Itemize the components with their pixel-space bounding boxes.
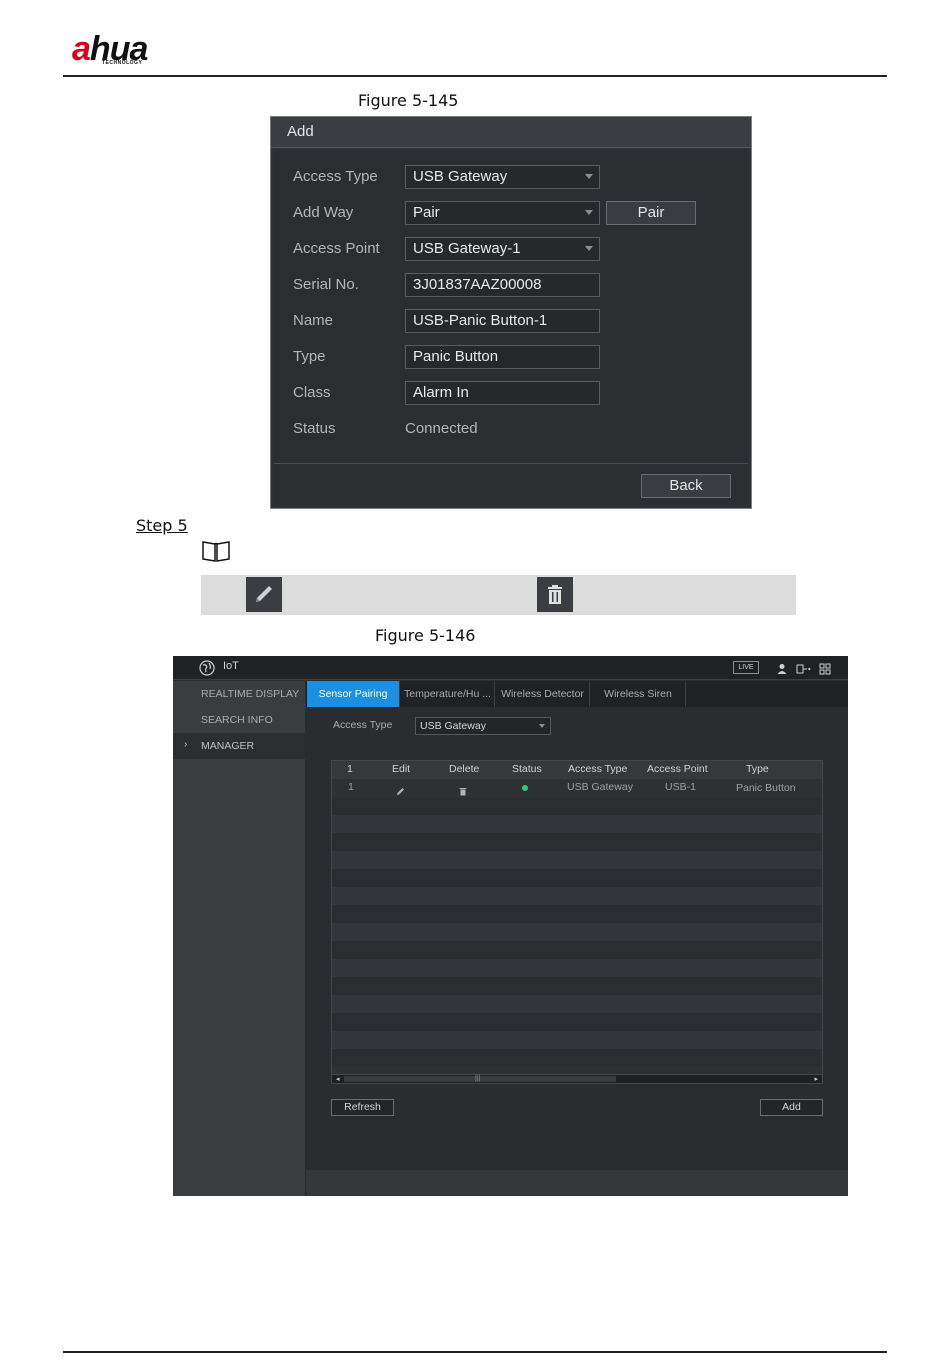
chevron-down-icon — [585, 246, 593, 251]
scroll-grip-icon: ||| — [475, 1075, 481, 1082]
access-type-label: Access Type — [333, 719, 393, 731]
table-row — [332, 1031, 822, 1049]
chevron-down-icon — [585, 174, 593, 179]
globe-icon — [199, 660, 215, 681]
table-row — [332, 923, 822, 941]
iot-title-bar: IoT LIVE — [173, 656, 848, 680]
table-row — [332, 995, 822, 1013]
row-access-point: USB-1 — [665, 781, 696, 793]
class-field[interactable]: Alarm In — [405, 381, 600, 405]
table-row[interactable]: 1 USB Gateway USB-1 Panic Button — [332, 779, 822, 797]
access-type-select[interactable]: USB Gateway — [415, 717, 551, 735]
header-status: Status — [512, 763, 542, 775]
step-label: Step 5 — [136, 516, 188, 535]
header-edit: Edit — [392, 763, 411, 775]
delete-icon — [537, 577, 573, 612]
name-field[interactable]: USB-Panic Button-1 — [405, 309, 600, 333]
iot-window: IoT LIVE REALTIME DISPLAY SEARCH INFO › … — [173, 656, 848, 1196]
add-way-select[interactable]: Pair — [405, 201, 600, 225]
status-value: Connected — [405, 420, 478, 437]
horizontal-scrollbar[interactable]: ◂ ||| ▸ — [331, 1074, 823, 1084]
table-row — [332, 887, 822, 905]
row-index: 1 — [348, 781, 354, 793]
dialog-divider — [274, 463, 748, 464]
header-type: Type — [746, 763, 769, 775]
scroll-right-icon[interactable]: ▸ — [814, 1075, 818, 1083]
class-label: Class — [293, 384, 331, 401]
edit-icon — [246, 577, 282, 612]
header-access-point: Access Point — [647, 763, 708, 775]
serial-no-field[interactable]: 3J01837AAZ00008 — [405, 273, 600, 297]
sidebar-item-manager[interactable]: › MANAGER — [173, 733, 305, 759]
table-row — [332, 869, 822, 887]
iot-title: IoT — [223, 660, 239, 672]
sidebar-item-realtime-display[interactable]: REALTIME DISPLAY — [173, 681, 305, 707]
status-label: Status — [293, 420, 336, 437]
tab-wireless-detector[interactable]: Wireless Detector — [496, 681, 590, 707]
status-dot-icon — [522, 785, 528, 791]
access-type-select[interactable]: USB Gateway — [405, 165, 600, 189]
iot-sidebar: REALTIME DISPLAY SEARCH INFO › MANAGER — [173, 681, 305, 1196]
type-field[interactable]: Panic Button — [405, 345, 600, 369]
back-button[interactable]: Back — [641, 474, 731, 498]
chevron-down-icon — [539, 724, 545, 728]
tab-temperature-humidity[interactable]: Temperature/Hu ... — [401, 681, 495, 707]
logout-icon[interactable] — [796, 662, 812, 674]
sidebar-item-search-info[interactable]: SEARCH INFO — [173, 707, 305, 733]
header-access-type: Access Type — [568, 763, 628, 775]
header-rule — [63, 75, 887, 77]
table-row — [332, 1049, 822, 1067]
header-delete: Delete — [449, 763, 480, 775]
note-bar — [201, 575, 796, 615]
table-row — [332, 815, 822, 833]
table-row — [332, 833, 822, 851]
figure-caption-2: Figure 5-146 — [375, 626, 476, 645]
access-point-label: Access Point — [293, 240, 380, 257]
type-label: Type — [293, 348, 326, 365]
chevron-right-icon: › — [184, 739, 188, 750]
row-type: Panic Button — [736, 782, 796, 794]
chevron-down-icon — [585, 210, 593, 215]
footer-rule — [63, 1351, 887, 1353]
name-label: Name — [293, 312, 334, 329]
add-dialog: Add Access Type USB Gateway Add Way Pair… — [270, 116, 752, 509]
sensor-table: 1 Edit Delete Status Access Type Access … — [331, 760, 823, 1076]
add-way-label: Add Way — [293, 204, 354, 221]
access-type-label: Access Type — [293, 168, 378, 185]
tab-sensor-pairing[interactable]: Sensor Pairing — [307, 681, 400, 707]
serial-no-label: Serial No. — [293, 276, 359, 293]
refresh-button[interactable]: Refresh — [331, 1099, 394, 1116]
table-row — [332, 959, 822, 977]
row-access-type: USB Gateway — [567, 781, 633, 793]
table-row — [332, 905, 822, 923]
table-row — [332, 797, 822, 815]
tab-wireless-siren[interactable]: Wireless Siren — [591, 681, 686, 707]
header-index: 1 — [347, 763, 353, 775]
dialog-title: Add — [271, 117, 751, 148]
table-header: 1 Edit Delete Status Access Type Access … — [332, 761, 822, 779]
sidebar-item-label: MANAGER — [201, 740, 255, 752]
table-row — [332, 941, 822, 959]
scroll-left-icon[interactable]: ◂ — [336, 1075, 340, 1083]
note-book-icon — [201, 539, 231, 568]
figure-caption-1: Figure 5-145 — [358, 91, 459, 110]
table-row — [332, 1013, 822, 1031]
access-point-select[interactable]: USB Gateway-1 — [405, 237, 600, 261]
table-row — [332, 851, 822, 869]
live-badge[interactable]: LIVE — [733, 661, 759, 674]
pair-button[interactable]: Pair — [606, 201, 696, 225]
iot-footer-bar — [306, 1170, 848, 1196]
iot-tab-bar: Sensor Pairing Temperature/Hu ... Wirele… — [306, 681, 848, 707]
add-button[interactable]: Add — [760, 1099, 823, 1116]
user-icon[interactable] — [777, 662, 787, 674]
grid-menu-icon[interactable] — [819, 662, 831, 675]
dahua-logo: ahua TECHNOLOGY — [72, 30, 148, 68]
table-row — [332, 977, 822, 995]
